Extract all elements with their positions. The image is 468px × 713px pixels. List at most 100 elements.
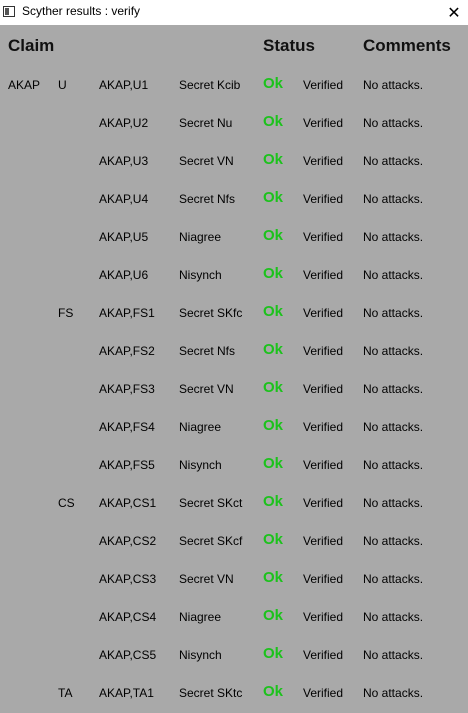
claim-id-cell: AKAP,FS1 xyxy=(99,306,155,320)
claim-id-cell: AKAP,U3 xyxy=(99,154,149,168)
table-row: TA AKAP,TA1 Secret SKtc Ok Verified No attack… xyxy=(0,675,468,713)
claim-type-cell: Secret Nfs xyxy=(179,344,236,358)
status-ok: Ok xyxy=(263,607,284,624)
status-header: Status xyxy=(263,36,315,55)
table-row: AKAP,CS3 Secret VN Ok Verified No attacks. xyxy=(0,561,468,599)
results-table: AKAP U AKAP,U1 Secret Kcib Ok Verified No atta… xyxy=(0,67,468,713)
window-title: Scyther results : verify xyxy=(22,4,141,18)
table-row: AKAP U AKAP,U1 Secret Kcib Ok Verified No atta… xyxy=(0,67,468,105)
role-cell: CS xyxy=(58,496,75,510)
title-bar: Scyther results : verify ✕ xyxy=(0,0,468,25)
table-row: AKAP,FS3 Secret VN Ok Verified No attacks. xyxy=(0,371,468,409)
table-row: AKAP,CS4 Niagree Ok Verified No attacks. xyxy=(0,599,468,637)
comment-cell: No attacks. xyxy=(363,116,424,130)
claim-type-cell: Secret Nu xyxy=(179,116,233,130)
status-ok: Ok xyxy=(263,227,284,244)
claim-type-cell: Secret VN xyxy=(179,572,234,586)
table-row: AKAP,U4 Secret Nfs Ok Verified No attacks. xyxy=(0,181,468,219)
verification-cell: Verified xyxy=(303,344,344,358)
protocol-cell: AKAP xyxy=(8,78,41,92)
table-row: AKAP,U3 Secret VN Ok Verified No attacks. xyxy=(0,143,468,181)
table-row: FS AKAP,FS1 Secret SKfc Ok Verified No attack… xyxy=(0,295,468,333)
claim-id-cell: AKAP,U4 xyxy=(99,192,149,206)
claim-id-cell: AKAP,FS4 xyxy=(99,420,155,434)
verification-cell: Verified xyxy=(303,306,344,320)
comment-cell: No attacks. xyxy=(363,458,424,472)
claim-type-cell: Secret VN xyxy=(179,154,234,168)
status-ok: Ok xyxy=(263,455,284,472)
verification-cell: Verified xyxy=(303,230,344,244)
comments-header: Comments xyxy=(363,36,451,55)
close-button[interactable]: ✕ xyxy=(440,0,468,25)
claim-type-cell: Niagree xyxy=(179,230,222,244)
status-ok: Ok xyxy=(263,417,284,434)
claim-id-cell: AKAP,CS3 xyxy=(99,572,157,586)
table-row: AKAP,CS5 Nisynch Ok Verified No attacks. xyxy=(0,637,468,675)
table-row: AKAP,FS4 Niagree Ok Verified No attacks. xyxy=(0,409,468,447)
claim-type-cell: Nisynch xyxy=(179,268,222,282)
comment-cell: No attacks. xyxy=(363,192,424,206)
claim-id-cell: AKAP,U5 xyxy=(99,230,149,244)
verification-cell: Verified xyxy=(303,268,344,282)
claim-id-cell: AKAP,U6 xyxy=(99,268,149,282)
comment-cell: No attacks. xyxy=(363,154,424,168)
status-ok: Ok xyxy=(263,151,284,168)
verification-cell: Verified xyxy=(303,534,344,548)
status-ok: Ok xyxy=(263,265,284,282)
claim-type-cell: Nisynch xyxy=(179,458,222,472)
claim-id-cell: AKAP,FS3 xyxy=(99,382,155,396)
claim-header: Claim xyxy=(8,36,55,55)
comment-cell: No attacks. xyxy=(363,230,424,244)
claim-id-cell: AKAP,FS2 xyxy=(99,344,155,358)
status-ok: Ok xyxy=(263,493,284,510)
claim-id-cell: AKAP,CS5 xyxy=(99,648,157,662)
comment-cell: No attacks. xyxy=(363,382,424,396)
role-cell: TA xyxy=(58,686,73,700)
claim-type-cell: Nisynch xyxy=(179,648,222,662)
claim-type-cell: Secret VN xyxy=(179,382,234,396)
status-ok: Ok xyxy=(263,189,284,206)
comment-cell: No attacks. xyxy=(363,610,424,624)
verification-cell: Verified xyxy=(303,572,344,586)
claim-type-cell: Secret SKtc xyxy=(179,686,243,700)
claim-type-cell: Secret SKct xyxy=(179,496,243,510)
table-row: AKAP,U5 Niagree Ok Verified No attacks. xyxy=(0,219,468,257)
comment-cell: No attacks. xyxy=(363,648,424,662)
comment-cell: No attacks. xyxy=(363,78,424,92)
status-ok: Ok xyxy=(263,683,284,700)
comment-cell: No attacks. xyxy=(363,686,424,700)
status-ok: Ok xyxy=(263,75,284,92)
comment-cell: No attacks. xyxy=(363,534,424,548)
status-ok: Ok xyxy=(263,569,284,586)
comment-cell: No attacks. xyxy=(363,572,424,586)
comment-cell: No attacks. xyxy=(363,344,424,358)
verification-cell: Verified xyxy=(303,154,344,168)
verification-cell: Verified xyxy=(303,648,344,662)
app-window-icon xyxy=(3,6,15,17)
comment-cell: No attacks. xyxy=(363,496,424,510)
status-ok: Ok xyxy=(263,303,284,320)
table-row: CS AKAP,CS1 Secret SKct Ok Verified No attack… xyxy=(0,485,468,523)
verification-cell: Verified xyxy=(303,420,344,434)
table-row: AKAP,FS5 Nisynch Ok Verified No attacks. xyxy=(0,447,468,485)
claim-id-cell: AKAP,CS1 xyxy=(99,496,157,510)
role-cell: U xyxy=(58,78,67,92)
verification-cell: Verified xyxy=(303,116,344,130)
verification-cell: Verified xyxy=(303,458,344,472)
claim-id-cell: AKAP,CS4 xyxy=(99,610,157,624)
claim-id-cell: AKAP,U1 xyxy=(99,78,149,92)
verification-cell: Verified xyxy=(303,78,344,92)
role-cell: FS xyxy=(58,306,74,320)
comment-cell: No attacks. xyxy=(363,420,424,434)
verification-cell: Verified xyxy=(303,610,344,624)
claim-type-cell: Secret SKfc xyxy=(179,306,243,320)
status-ok: Ok xyxy=(263,645,284,662)
status-ok: Ok xyxy=(263,113,284,130)
table-row: AKAP,FS2 Secret Nfs Ok Verified No attacks. xyxy=(0,333,468,371)
claim-type-cell: Secret SKcf xyxy=(179,534,243,548)
verification-cell: Verified xyxy=(303,686,344,700)
claim-id-cell: AKAP,CS2 xyxy=(99,534,157,548)
verification-cell: Verified xyxy=(303,382,344,396)
verification-cell: Verified xyxy=(303,192,344,206)
verification-cell: Verified xyxy=(303,496,344,510)
